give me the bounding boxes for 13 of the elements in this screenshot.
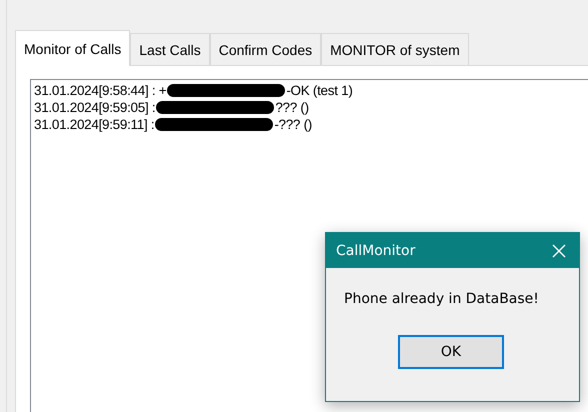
tab[interactable]: Confirm Codes: [210, 33, 322, 66]
log-text: 31.01.2024[9:59:11] :: [34, 116, 154, 133]
log-text: 31.01.2024[9:58:44] : +: [34, 82, 166, 99]
tab[interactable]: Last Calls: [130, 33, 210, 66]
log-text: -??? (): [274, 116, 312, 133]
tab[interactable]: MONITOR of system: [321, 33, 469, 66]
dialog-title: CallMonitor: [336, 242, 416, 258]
log-text: ??? (): [275, 99, 309, 116]
log-text: -OK (test 1): [286, 82, 353, 99]
ok-button[interactable]: OK: [398, 335, 504, 369]
dialog-message: Phone already in DataBase!: [344, 291, 540, 307]
tab[interactable]: Monitor of Calls: [15, 30, 130, 66]
log-text: 31.01.2024[9:59:05] :: [34, 99, 156, 116]
